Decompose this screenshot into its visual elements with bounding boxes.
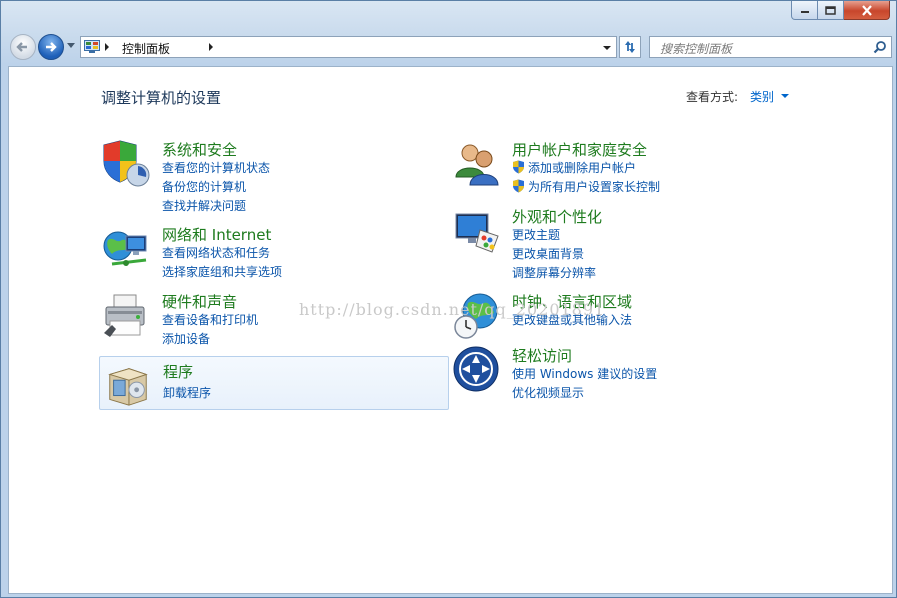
monitor-palette-icon[interactable] [452,206,502,256]
link-homegroup-sharing[interactable]: 选择家庭组和共享选项 [162,263,282,280]
category-title[interactable]: 用户帐户和家庭安全 [512,139,647,160]
link-view-network-status[interactable]: 查看网络状态和任务 [162,244,270,261]
breadcrumb-separator-icon[interactable] [209,43,213,51]
link-recommended-settings[interactable]: 使用 Windows 建议的设置 [512,365,657,382]
address-dropdown-icon[interactable] [603,46,611,50]
control-panel-icon [84,40,100,53]
link-change-keyboard-input[interactable]: 更改键盘或其他输入法 [512,311,632,328]
category-clock-language-region: 时钟、语言和区域 更改键盘或其他输入法 [452,291,832,339]
link-parental-controls[interactable]: 为所有用户设置家长控制 [512,178,660,195]
address-bar[interactable]: 控制面板 [80,36,617,58]
category-user-accounts: 用户帐户和家庭安全 添加或删除用户帐户 为所有用户设置家长控制 [452,139,832,197]
back-button[interactable] [10,34,36,60]
link-backup-computer[interactable]: 备份您的计算机 [162,178,246,195]
users-icon[interactable] [452,139,502,189]
link-devices-printers[interactable]: 查看设备和打印机 [162,311,258,328]
category-system-security: 系统和安全 查看您的计算机状态 备份您的计算机 查找并解决问题 [102,139,442,215]
refresh-icon [625,41,635,53]
category-title[interactable]: 外观和个性化 [512,206,602,227]
close-icon [861,4,872,16]
globe-clock-icon[interactable] [452,291,502,341]
search-placeholder[interactable]: 搜索控制面板 [660,40,732,57]
network-globe-icon[interactable] [102,224,152,274]
breadcrumb-separator-icon[interactable] [105,43,109,51]
category-programs[interactable]: 程序 卸载程序 [99,356,449,410]
link-add-remove-accounts[interactable]: 添加或删除用户帐户 [512,159,636,176]
forward-button[interactable] [38,34,64,60]
search-icon[interactable] [873,40,887,54]
printer-icon[interactable] [102,291,152,341]
link-uninstall-program[interactable]: 卸载程序 [163,384,211,401]
link-view-computer-status[interactable]: 查看您的计算机状态 [162,159,270,176]
navigation-bar: 控制面板 搜索控制面板 [1,34,896,60]
minimize-button[interactable] [791,1,818,20]
category-title[interactable]: 程序 [163,361,193,382]
category-title[interactable]: 硬件和声音 [162,291,237,312]
caption-buttons [791,1,890,20]
breadcrumb-control-panel[interactable]: 控制面板 [122,40,170,57]
link-add-device[interactable]: 添加设备 [162,330,210,347]
uac-shield-icon [513,160,524,174]
search-box[interactable]: 搜索控制面板 [649,36,892,58]
maximize-icon [825,5,836,15]
link-change-theme[interactable]: 更改主题 [512,226,560,243]
category-appearance: 外观和个性化 更改主题 更改桌面背景 调整屏幕分辨率 [452,206,832,282]
arrow-right-icon [46,42,57,52]
category-title[interactable]: 时钟、语言和区域 [512,291,632,312]
page-title: 调整计算机的设置 [101,89,222,107]
link-label[interactable]: 添加或删除用户帐户 [528,161,636,175]
minimize-icon [800,11,809,13]
maximize-button[interactable] [818,1,844,20]
link-screen-resolution[interactable]: 调整屏幕分辨率 [512,264,596,281]
category-ease-of-access: 轻松访问 使用 Windows 建议的设置 优化视频显示 [452,345,832,403]
refresh-button[interactable] [619,36,641,58]
programs-box-icon [108,368,148,406]
view-by-label: 查看方式: [686,90,739,104]
link-desktop-background[interactable]: 更改桌面背景 [512,245,584,262]
recent-pages-dropdown[interactable] [67,43,75,48]
category-network-internet: 网络和 Internet 查看网络状态和任务 选择家庭组和共享选项 [102,224,442,282]
category-title[interactable]: 系统和安全 [162,139,237,160]
uac-shield-icon [513,179,524,193]
category-title[interactable]: 网络和 Internet [162,224,271,245]
chevron-down-icon[interactable] [781,94,789,98]
arrow-left-icon [16,42,27,52]
view-by-dropdown[interactable]: 类别 [750,88,774,105]
category-hardware-sound: 硬件和声音 查看设备和打印机 添加设备 [102,291,442,349]
close-button[interactable] [844,1,890,20]
ease-of-access-icon[interactable] [452,345,502,395]
link-optimize-video-display[interactable]: 优化视频显示 [512,384,584,401]
shield-computer-icon[interactable] [102,139,152,189]
category-title[interactable]: 轻松访问 [512,345,572,366]
link-find-fix-problems[interactable]: 查找并解决问题 [162,197,246,214]
link-label[interactable]: 为所有用户设置家长控制 [528,180,660,194]
control-panel-window: 控制面板 搜索控制面板 调整计算机的设置 查看方式: 类别 系统和安全 查看您的… [0,0,897,598]
content-pane: 调整计算机的设置 查看方式: 类别 系统和安全 查看您的计算机状态 备份您的计算… [8,66,893,594]
